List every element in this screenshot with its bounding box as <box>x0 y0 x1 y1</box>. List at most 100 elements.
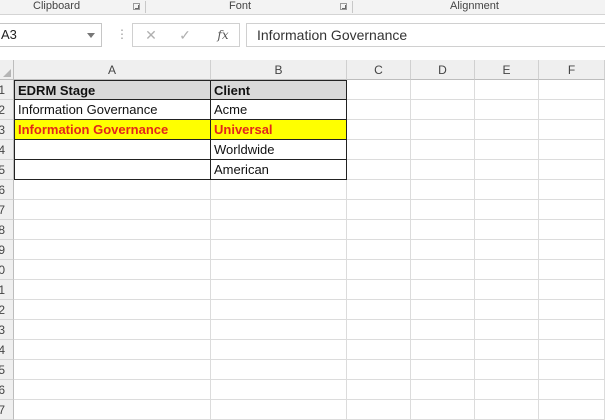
cell-e11[interactable] <box>475 280 539 300</box>
cell-a12[interactable] <box>14 300 211 320</box>
select-all-button[interactable] <box>0 60 14 80</box>
cell-f9[interactable] <box>539 240 605 260</box>
cell-f11[interactable] <box>539 280 605 300</box>
cell-c14[interactable] <box>347 340 411 360</box>
cell-c13[interactable] <box>347 320 411 340</box>
cell-b8[interactable] <box>211 220 347 240</box>
font-dialog-launcher-icon[interactable] <box>340 3 347 10</box>
cell-d5[interactable] <box>411 160 475 180</box>
row-header-5[interactable]: 5 <box>0 160 14 180</box>
cell-d16[interactable] <box>411 380 475 400</box>
cell-f1[interactable] <box>539 80 605 100</box>
cell-c8[interactable] <box>347 220 411 240</box>
cell-d9[interactable] <box>411 240 475 260</box>
cell-b6[interactable] <box>211 180 347 200</box>
row-header-11[interactable]: 11 <box>0 280 14 300</box>
cell-f7[interactable] <box>539 200 605 220</box>
chevron-down-icon[interactable] <box>87 33 95 38</box>
cell-c17[interactable] <box>347 400 411 420</box>
row-header-6[interactable]: 6 <box>0 180 14 200</box>
row-header-2[interactable]: 2 <box>0 100 14 120</box>
row-header-17[interactable]: 17 <box>0 400 14 420</box>
more-options-icon[interactable]: ⋮ <box>116 27 128 41</box>
name-box[interactable]: A3 <box>0 23 102 47</box>
cell-f14[interactable] <box>539 340 605 360</box>
cell-a14[interactable] <box>14 340 211 360</box>
cell-b4[interactable]: Worldwide <box>211 140 347 160</box>
cell-f5[interactable] <box>539 160 605 180</box>
row-header-10[interactable]: 10 <box>0 260 14 280</box>
cell-d1[interactable] <box>411 80 475 100</box>
cell-b5[interactable]: American <box>211 160 347 180</box>
column-header-b[interactable]: B <box>211 60 347 80</box>
cell-a5[interactable] <box>14 160 211 180</box>
cell-a16[interactable] <box>14 380 211 400</box>
cell-c3[interactable] <box>347 120 411 140</box>
cell-d15[interactable] <box>411 360 475 380</box>
cell-e10[interactable] <box>475 260 539 280</box>
row-header-9[interactable]: 9 <box>0 240 14 260</box>
cell-f4[interactable] <box>539 140 605 160</box>
cell-f3[interactable] <box>539 120 605 140</box>
cell-b1[interactable]: Client <box>211 80 347 100</box>
cell-f15[interactable] <box>539 360 605 380</box>
row-header-4[interactable]: 4 <box>0 140 14 160</box>
cell-a11[interactable] <box>14 280 211 300</box>
column-header-a[interactable]: A <box>14 60 211 80</box>
cell-d4[interactable] <box>411 140 475 160</box>
cell-b9[interactable] <box>211 240 347 260</box>
cell-d13[interactable] <box>411 320 475 340</box>
cell-b14[interactable] <box>211 340 347 360</box>
cancel-icon[interactable]: ✕ <box>141 26 161 44</box>
cell-b7[interactable] <box>211 200 347 220</box>
cell-e8[interactable] <box>475 220 539 240</box>
cell-d3[interactable] <box>411 120 475 140</box>
row-header-14[interactable]: 14 <box>0 340 14 360</box>
cell-e5[interactable] <box>475 160 539 180</box>
cell-d11[interactable] <box>411 280 475 300</box>
cell-a6[interactable] <box>14 180 211 200</box>
cell-c6[interactable] <box>347 180 411 200</box>
cell-a3[interactable]: Information Governance <box>14 120 211 140</box>
cell-f2[interactable] <box>539 100 605 120</box>
cell-e17[interactable] <box>475 400 539 420</box>
cell-c4[interactable] <box>347 140 411 160</box>
cell-b17[interactable] <box>211 400 347 420</box>
cell-b15[interactable] <box>211 360 347 380</box>
cell-c7[interactable] <box>347 200 411 220</box>
row-header-1[interactable]: 1 <box>0 80 14 100</box>
cell-d14[interactable] <box>411 340 475 360</box>
cell-a7[interactable] <box>14 200 211 220</box>
row-header-8[interactable]: 8 <box>0 220 14 240</box>
cell-b11[interactable] <box>211 280 347 300</box>
cell-c2[interactable] <box>347 100 411 120</box>
cell-e4[interactable] <box>475 140 539 160</box>
cell-c15[interactable] <box>347 360 411 380</box>
cell-b13[interactable] <box>211 320 347 340</box>
cell-d8[interactable] <box>411 220 475 240</box>
cell-c16[interactable] <box>347 380 411 400</box>
row-header-12[interactable]: 12 <box>0 300 14 320</box>
cell-b12[interactable] <box>211 300 347 320</box>
cell-e16[interactable] <box>475 380 539 400</box>
cell-b3[interactable]: Universal <box>211 120 347 140</box>
cell-c1[interactable] <box>347 80 411 100</box>
cell-f6[interactable] <box>539 180 605 200</box>
cell-a10[interactable] <box>14 260 211 280</box>
cell-d17[interactable] <box>411 400 475 420</box>
cell-e3[interactable] <box>475 120 539 140</box>
cell-c10[interactable] <box>347 260 411 280</box>
cell-b10[interactable] <box>211 260 347 280</box>
cell-c9[interactable] <box>347 240 411 260</box>
cell-f16[interactable] <box>539 380 605 400</box>
cell-a4[interactable] <box>14 140 211 160</box>
cell-a13[interactable] <box>14 320 211 340</box>
cell-d12[interactable] <box>411 300 475 320</box>
cell-f8[interactable] <box>539 220 605 240</box>
cell-f12[interactable] <box>539 300 605 320</box>
cell-a9[interactable] <box>14 240 211 260</box>
formula-input[interactable]: Information Governance <box>246 23 605 47</box>
column-header-e[interactable]: E <box>475 60 539 80</box>
cell-b16[interactable] <box>211 380 347 400</box>
column-header-c[interactable]: C <box>347 60 411 80</box>
